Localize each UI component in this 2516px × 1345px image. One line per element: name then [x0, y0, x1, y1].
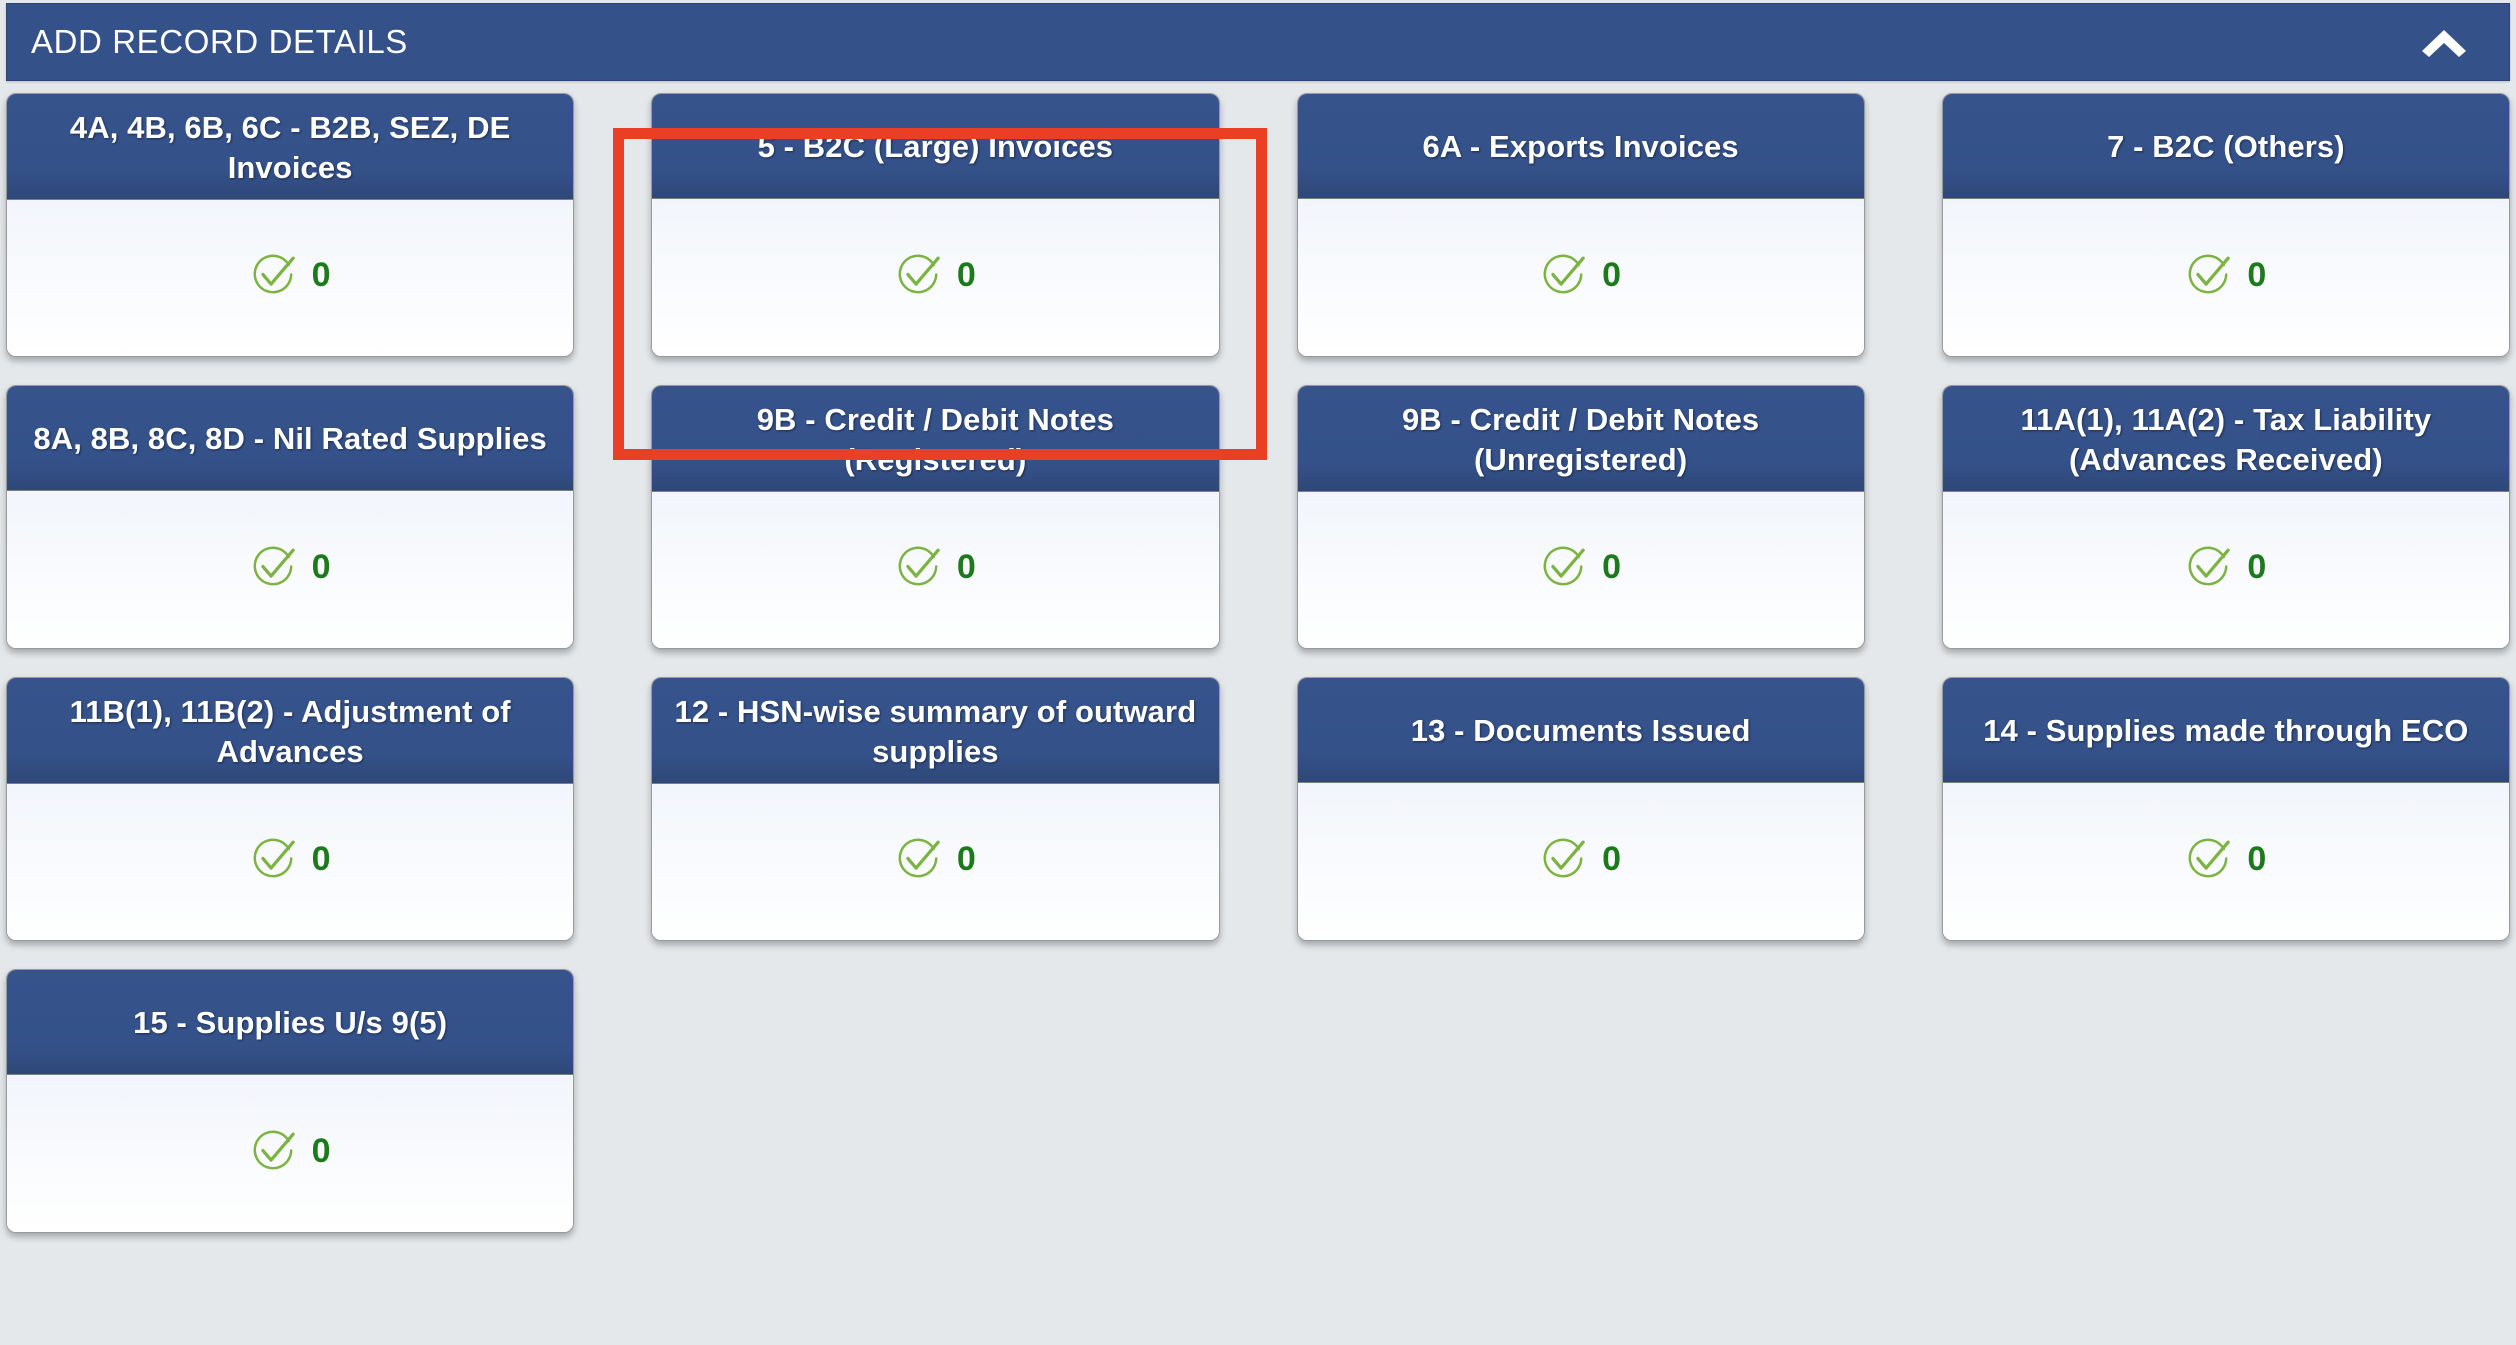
- record-tile-grid: 4A, 4B, 6B, 6C - B2B, SEZ, DE Invoices 0…: [0, 81, 2516, 1233]
- record-tile-title: 13 - Documents Issued: [1410, 713, 1751, 749]
- record-tile-count: 0: [1602, 255, 1622, 294]
- record-tile-body: 0: [1297, 199, 1864, 356]
- record-tile-7[interactable]: 9B - Credit / Debit Notes (Unregistered)…: [1296, 385, 1865, 649]
- record-tile-title: 11A(1), 11A(2) - Tax Liability (Advances…: [2020, 402, 2432, 477]
- record-tile-title: 4A, 4B, 6B, 6C - B2B, SEZ, DE Invoices: [69, 110, 511, 185]
- record-tile-header: 12 - HSN-wise summary of outward supplie…: [652, 678, 1219, 785]
- record-tile-11[interactable]: 13 - Documents Issued 0: [1296, 677, 1865, 941]
- record-tile-count: 0: [311, 1131, 331, 1170]
- record-tile-body: 0: [652, 492, 1219, 648]
- circle-check-icon: [250, 544, 296, 590]
- record-tile-header: 4A, 4B, 6B, 6C - B2B, SEZ, DE Invoices: [7, 94, 574, 201]
- record-tile-header: 14 - Supplies made through ECO: [1942, 678, 2509, 783]
- record-tile-count: 0: [311, 840, 331, 879]
- record-tile-body: 0: [1297, 783, 1864, 940]
- collapse-panel-button[interactable]: [2417, 15, 2471, 69]
- record-tile-2[interactable]: 5 - B2C (Large) Invoices 0: [651, 93, 1220, 357]
- record-tile-title: 14 - Supplies made through ECO: [1983, 713, 2469, 749]
- record-tile-body: 0: [7, 1075, 574, 1232]
- record-tile-count: 0: [2247, 255, 2267, 294]
- circle-check-icon: [2185, 252, 2231, 298]
- record-tile-count: 0: [1602, 839, 1622, 878]
- record-tile-body: 0: [7, 784, 574, 940]
- record-tile-10[interactable]: 12 - HSN-wise summary of outward supplie…: [651, 677, 1220, 941]
- record-tile-12[interactable]: 14 - Supplies made through ECO 0: [1941, 677, 2510, 941]
- circle-check-icon: [250, 1128, 296, 1174]
- chevron-up-icon: [2419, 26, 2469, 58]
- record-tile-count: 0: [956, 840, 976, 879]
- record-tile-header: 13 - Documents Issued: [1297, 678, 1864, 783]
- add-record-details-page: ADD RECORD DETAILS 4A, 4B, 6B, 6C - B2B,…: [0, 3, 2516, 1345]
- record-tile-title: 9B - Credit / Debit Notes (Unregistered): [1401, 402, 1760, 477]
- record-tile-title: 6A - Exports Invoices: [1422, 129, 1739, 165]
- record-tile-body: 0: [652, 199, 1219, 356]
- record-tile-3[interactable]: 6A - Exports Invoices 0: [1296, 93, 1865, 357]
- record-tile-count: 0: [311, 547, 331, 586]
- record-tile-title: 15 - Supplies U/s 9(5): [133, 1005, 448, 1041]
- record-tile-body: 0: [1297, 492, 1864, 648]
- record-tile-body: 0: [1942, 199, 2509, 356]
- record-tile-title: 9B - Credit / Debit Notes (Registered): [756, 402, 1115, 477]
- record-tile-header: 15 - Supplies U/s 9(5): [7, 970, 574, 1075]
- record-tile-4[interactable]: 7 - B2C (Others) 0: [1941, 93, 2510, 357]
- record-tile-body: 0: [1942, 783, 2509, 940]
- record-tile-8[interactable]: 11A(1), 11A(2) - Tax Liability (Advances…: [1941, 385, 2510, 649]
- circle-check-icon: [250, 252, 296, 298]
- record-tile-1[interactable]: 4A, 4B, 6B, 6C - B2B, SEZ, DE Invoices 0: [6, 93, 575, 357]
- circle-check-icon: [1540, 836, 1586, 882]
- record-tile-header: 8A, 8B, 8C, 8D - Nil Rated Supplies: [7, 386, 574, 491]
- record-tile-header: 11B(1), 11B(2) - Adjustment of Advances: [7, 678, 574, 785]
- record-tile-header: 5 - B2C (Large) Invoices: [652, 94, 1219, 199]
- record-tile-count: 0: [311, 256, 331, 295]
- record-tile-header: 9B - Credit / Debit Notes (Unregistered): [1297, 386, 1864, 493]
- record-tile-header: 6A - Exports Invoices: [1297, 94, 1864, 199]
- record-tile-count: 0: [1602, 548, 1622, 587]
- record-tile-title: 7 - B2C (Others): [2107, 129, 2345, 165]
- record-tile-count: 0: [956, 548, 976, 587]
- record-tile-6[interactable]: 9B - Credit / Debit Notes (Registered) 0: [651, 385, 1220, 649]
- circle-check-icon: [1540, 252, 1586, 298]
- record-tile-count: 0: [2247, 839, 2267, 878]
- record-tile-count: 0: [2247, 548, 2267, 587]
- panel-header: ADD RECORD DETAILS: [6, 3, 2510, 81]
- record-tile-title: 12 - HSN-wise summary of outward supplie…: [674, 694, 1197, 769]
- record-tile-body: 0: [1942, 492, 2509, 648]
- circle-check-icon: [2185, 544, 2231, 590]
- record-tile-title: 11B(1), 11B(2) - Adjustment of Advances: [69, 694, 511, 769]
- circle-check-icon: [895, 544, 941, 590]
- record-tile-body: 0: [7, 200, 574, 356]
- record-tile-body: 0: [652, 784, 1219, 940]
- record-tile-title: 8A, 8B, 8C, 8D - Nil Rated Supplies: [33, 421, 547, 457]
- circle-check-icon: [895, 252, 941, 298]
- record-tile-header: 7 - B2C (Others): [1942, 94, 2509, 199]
- record-tile-count: 0: [956, 255, 976, 294]
- record-tile-body: 0: [7, 491, 574, 648]
- record-tile-header: 11A(1), 11A(2) - Tax Liability (Advances…: [1942, 386, 2509, 493]
- record-tile-title: 5 - B2C (Large) Invoices: [757, 129, 1114, 165]
- record-tile-header: 9B - Credit / Debit Notes (Registered): [652, 386, 1219, 493]
- circle-check-icon: [250, 836, 296, 882]
- record-tile-9[interactable]: 11B(1), 11B(2) - Adjustment of Advances …: [6, 677, 575, 941]
- record-tile-13[interactable]: 15 - Supplies U/s 9(5) 0: [6, 969, 575, 1233]
- circle-check-icon: [895, 836, 941, 882]
- circle-check-icon: [2185, 836, 2231, 882]
- record-tile-5[interactable]: 8A, 8B, 8C, 8D - Nil Rated Supplies 0: [6, 385, 575, 649]
- circle-check-icon: [1540, 544, 1586, 590]
- page-title: ADD RECORD DETAILS: [31, 23, 408, 60]
